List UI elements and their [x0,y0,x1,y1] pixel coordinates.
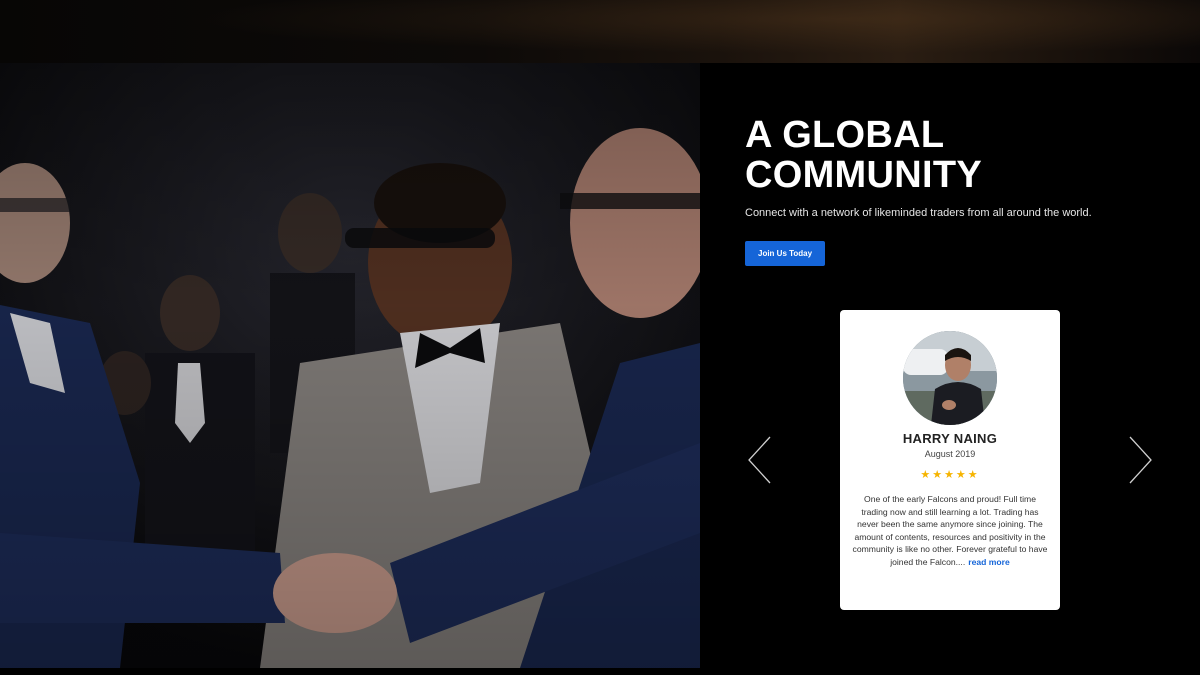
read-more-link[interactable]: read more [968,557,1010,567]
reviewer-name: HARRY NAING [902,431,998,446]
hero-title: A GLOBAL COMMUNITY [745,115,1165,195]
top-banner-image [0,0,1200,63]
carousel-next-button[interactable] [1127,435,1153,485]
chevron-right-icon [1129,436,1152,484]
review-date: August 2019 [924,449,976,459]
community-photo [0,63,700,668]
hero-title-line1: A GLOBAL [745,114,945,156]
page: A GLOBAL COMMUNITY Connect with a networ… [0,0,1200,675]
review-body: One of the early Falcons and proud! Full… [852,494,1048,567]
join-us-button[interactable]: Join Us Today [745,241,826,266]
avatar-photo [903,331,997,425]
bottom-divider [0,668,1200,675]
review-text: One of the early Falcons and proud! Full… [851,493,1049,569]
hero-section: A GLOBAL COMMUNITY Connect with a networ… [745,115,1165,266]
hero-subtitle: Connect with a network of likeminded tra… [745,207,1092,219]
chevron-left-icon [748,436,771,484]
avatar [903,331,997,425]
hero-title-line2: COMMUNITY [745,154,983,196]
carousel-prev-button[interactable] [747,435,773,485]
testimonial-card: HARRY NAING August 2019 ★★★★★ One of the… [840,310,1060,610]
star-rating: ★★★★★ [920,469,980,481]
handshake-photo-illustration [0,63,700,668]
